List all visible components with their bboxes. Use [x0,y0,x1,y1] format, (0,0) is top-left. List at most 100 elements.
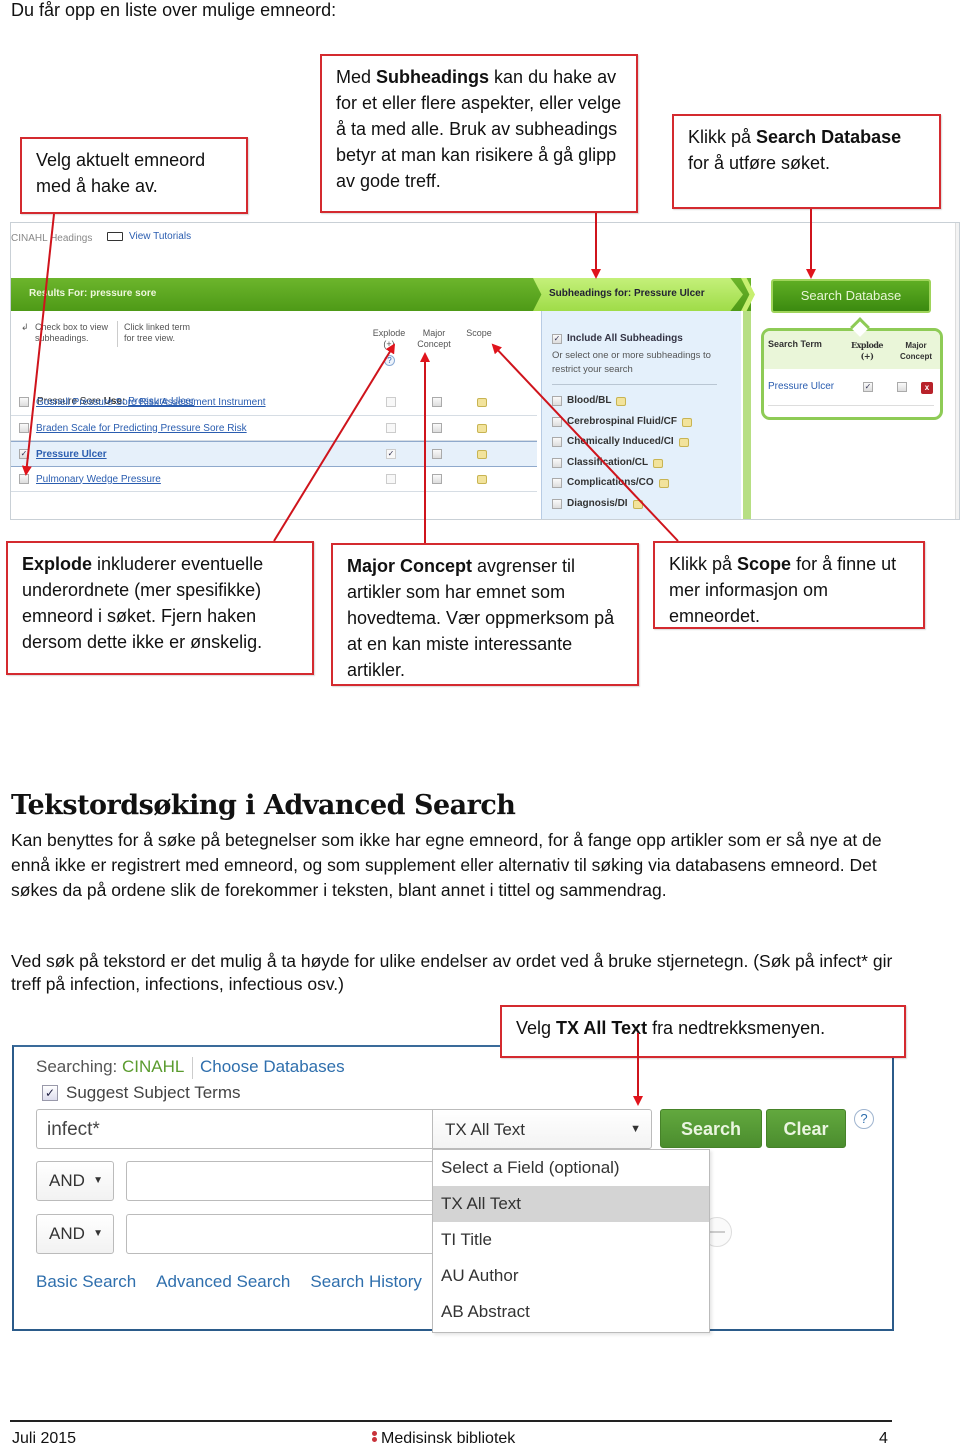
view-tutorials-link[interactable]: View Tutorials [107,231,191,242]
subheadings-title: Subheadings for: Pressure Ulcer [549,288,705,299]
boolean-select[interactable]: AND ▼ [36,1214,114,1254]
subheading-label: Complications/CO [567,477,654,488]
subheadings-bar: Subheadings for: Pressure Ulcer [533,278,743,311]
term-list: Gosnell Pressure Sore Risk Assessment In… [11,390,537,492]
scope-icon[interactable] [477,450,487,459]
term-link[interactable]: Gosnell Pressure Sore Risk Assessment In… [36,397,266,408]
callout-scope: Klikk på Scope for å finne ut mer inform… [653,541,925,629]
search-database-button[interactable]: Search Database [771,279,931,313]
col-major-concept: Major Concept [900,341,932,361]
database-name: CINAHL [122,1057,185,1076]
major-concept-checkbox[interactable] [432,473,442,484]
include-all-checkbox[interactable]: ✓ [552,334,562,344]
scope-icon[interactable] [679,438,689,447]
term-checkbox[interactable] [19,473,29,484]
scope-icon[interactable] [477,474,487,484]
callout-text: Velg [516,1018,557,1038]
choose-databases-link[interactable]: Choose Databases [200,1057,345,1077]
boolean-select[interactable]: AND ▼ [36,1161,114,1201]
footer-date: Juli 2015 [12,1430,77,1447]
term-link[interactable]: Braden Scale for Predicting Pressure Sor… [36,423,247,434]
search-input[interactable]: infect* [36,1109,434,1149]
term-checkbox[interactable] [19,397,29,407]
search-input-row-3[interactable] [126,1214,436,1254]
footer-org-label: Medisinsk bibliotek [381,1430,516,1447]
field-select[interactable]: TX All Text ▼ [432,1109,652,1149]
scope-icon[interactable] [659,479,669,488]
term-checkbox[interactable]: ✓ [19,449,29,459]
callout-search-database: Klikk på Search Database for å utføre sø… [672,114,941,209]
field-option[interactable]: TI Title [433,1222,709,1258]
field-option[interactable]: TX All Text [433,1186,709,1222]
suggest-label: Suggest Subject Terms [66,1083,241,1102]
help-icon[interactable]: ? [384,355,395,366]
term-explode-checkbox[interactable]: ✓ [863,382,873,392]
subheading-checkbox[interactable] [552,416,562,427]
term-link[interactable]: Pressure Ulcer [36,449,107,460]
caret-down-icon: ▼ [93,1228,103,1239]
footer-org: Medisinsk bibliotek [372,1430,515,1448]
explode-checkbox[interactable]: ✓ [386,449,396,459]
help-icon[interactable]: ? [854,1109,874,1129]
section-paragraph: Kan benyttes for å søke på betegnelser s… [11,830,882,900]
video-camera-icon [107,232,123,241]
caret-down-icon: ▼ [630,1123,641,1135]
remove-term-button[interactable]: x [921,382,933,394]
callout-text: Velg aktuelt emneord med å hake av. [36,150,206,196]
divider [768,405,934,406]
link-basic-search[interactable]: Basic Search [36,1272,136,1292]
major-concept-checkbox[interactable] [432,397,442,407]
subheading-checkbox[interactable] [552,396,562,406]
major-concept-checkbox[interactable] [432,422,442,433]
return-arrow-icon: ↲ [21,322,29,332]
scope-icon[interactable] [477,423,487,433]
field-option[interactable]: Select a Field (optional) [433,1150,709,1186]
boolean-value: AND [49,1224,85,1243]
field-option[interactable]: AU Author [433,1258,709,1294]
term-row: Gosnell Pressure Sore Risk Assessment In… [11,390,537,416]
explode-checkbox[interactable] [386,397,396,407]
explode-checkbox[interactable] [386,422,396,433]
scope-icon[interactable] [616,397,626,406]
subheading-checkbox[interactable] [552,437,562,447]
callout-bold: Major Concept [347,556,473,576]
boolean-value: AND [49,1171,85,1190]
scope-icon[interactable] [477,398,487,407]
suggest-subject-terms[interactable]: ✓ Suggest Subject Terms [42,1083,241,1103]
scope-icon[interactable] [653,458,663,468]
callout-tx-all-text: Velg TX All Text fra nedtrekksmenyen. [500,1005,906,1058]
footer-rule [10,1420,892,1422]
col-scope: Scope [466,328,492,338]
scope-icon[interactable] [633,499,643,509]
selected-term: Pressure Ulcer [768,381,835,392]
term-checkbox[interactable] [19,422,29,433]
term-major-checkbox[interactable] [897,382,907,392]
term-link[interactable]: Pulmonary Wedge Pressure [36,474,161,485]
term-row: Pulmonary Wedge Pressure [11,467,537,492]
callout-text: Klikk på [688,127,757,147]
subheading-label: Diagnosis/DI [567,497,628,509]
footer-page-number: 4 [879,1430,888,1447]
subheading-checkbox[interactable] [552,457,562,468]
link-search-history[interactable]: Search History [310,1272,421,1292]
scope-icon[interactable] [682,417,692,427]
field-option[interactable]: AB Abstract [433,1294,709,1330]
subheading-checkbox[interactable] [552,498,562,509]
subheading-checkbox[interactable] [552,478,562,488]
link-advanced-search[interactable]: Advanced Search [156,1272,290,1292]
include-all-label: Include All Subheadings [567,333,683,344]
search-links: Basic Search Advanced Search Search Histor… [36,1272,422,1292]
cinahl-headings-screenshot: CINAHL Headings View Tutorials Results F… [10,222,960,520]
logo-dots-icon [372,1431,377,1443]
major-concept-checkbox[interactable] [432,449,442,459]
suggest-checkbox[interactable]: ✓ [42,1085,58,1101]
col-explode: Explode (+) [372,328,406,349]
search-input-row-2[interactable] [126,1161,436,1201]
scrollbar[interactable] [955,223,959,519]
term-row: ✓ Pressure Ulcer ✓ [11,441,537,467]
search-button[interactable]: Search [660,1109,762,1148]
clear-button[interactable]: Clear [766,1109,846,1148]
breadcrumb: CINAHL Headings [11,233,93,244]
view-tutorials-label: View Tutorials [129,231,192,242]
explode-checkbox[interactable] [386,473,396,484]
